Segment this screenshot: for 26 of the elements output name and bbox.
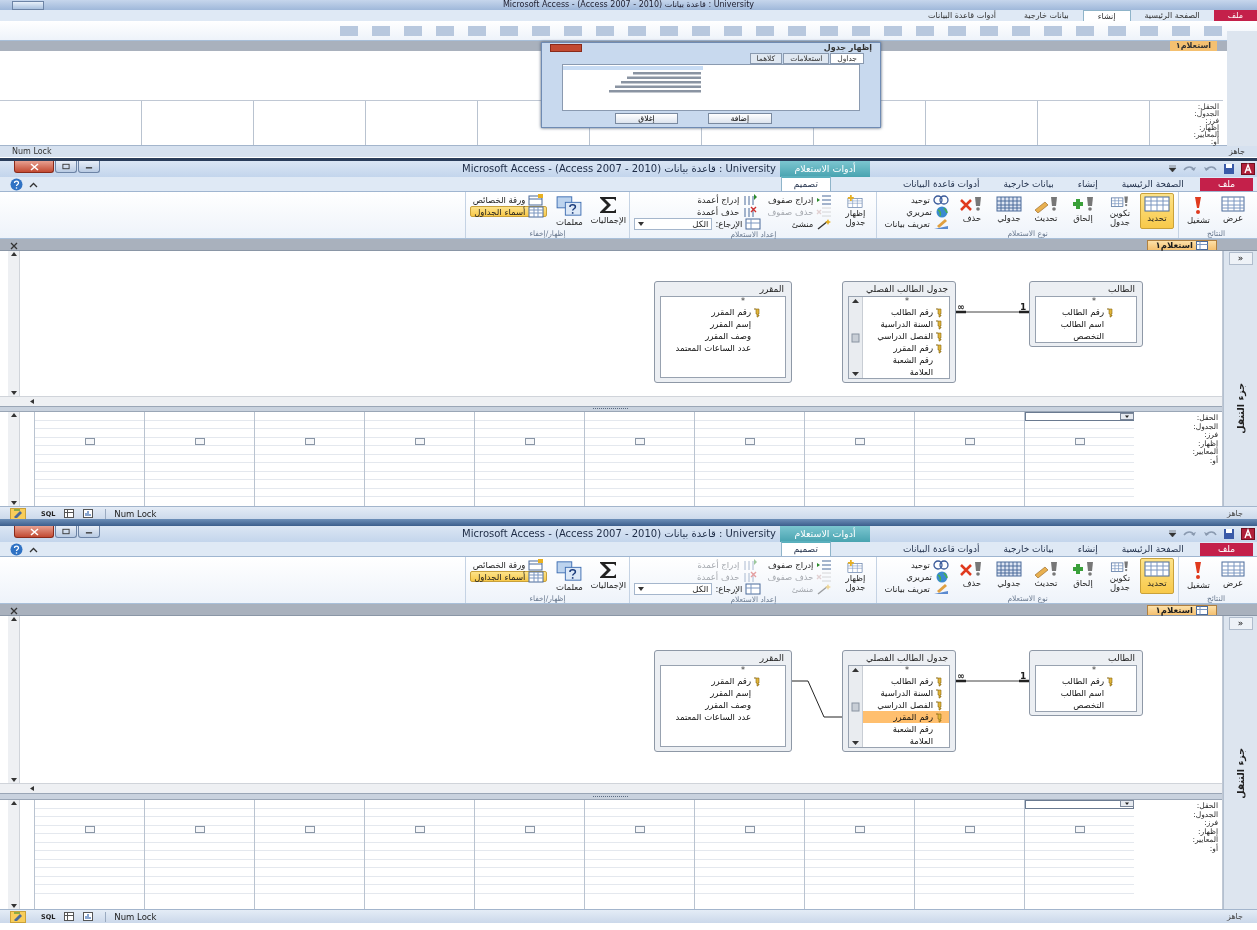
one-side-label: 1 [1020, 303, 1027, 311]
window-title: Microsoft Access - (Access 2007 - 2010) قاعدة بيانات : University [461, 527, 777, 541]
many-side-label: ∞ [957, 672, 965, 680]
navigation-pane-label: جزء التنقل [1235, 383, 1246, 434]
table-title: الطالب [1107, 284, 1136, 296]
table-title: الطالب [1107, 653, 1136, 665]
window-title: Microsoft Access - (Access 2007 - 2010) قاعدة بيانات : University [502, 0, 755, 10]
return-label: الإرجاع: [715, 219, 743, 229]
status-text: جاهز [1227, 912, 1244, 921]
dialog-title: إظهار جدول [823, 43, 872, 53]
window-title: Microsoft Access - (Access 2007 - 2010) قاعدة بيانات : University [461, 162, 777, 176]
num-lock-indicator: Num Lock [105, 508, 157, 519]
table-title: المقرر [758, 653, 785, 665]
one-side-label: 1 [1020, 672, 1027, 680]
navigation-pane-label: جزء التنقل [1235, 748, 1246, 799]
num-lock-indicator: Num Lock [105, 911, 157, 922]
table-title: جدول الطالب الفصلي [865, 284, 949, 296]
contextual-tab-header: أدوات الاستعلام [780, 161, 870, 177]
num-lock-indicator: Num Lock [12, 146, 52, 157]
status-text: جاهز [1227, 509, 1244, 518]
contextual-tab-header: أدوات الاستعلام [780, 526, 870, 542]
table-title: جدول الطالب الفصلي [865, 653, 949, 665]
status-text: جاهز [1229, 146, 1245, 157]
return-label: الإرجاع: [715, 584, 743, 594]
table-title: المقرر [758, 284, 785, 296]
many-side-label: ∞ [957, 303, 965, 311]
